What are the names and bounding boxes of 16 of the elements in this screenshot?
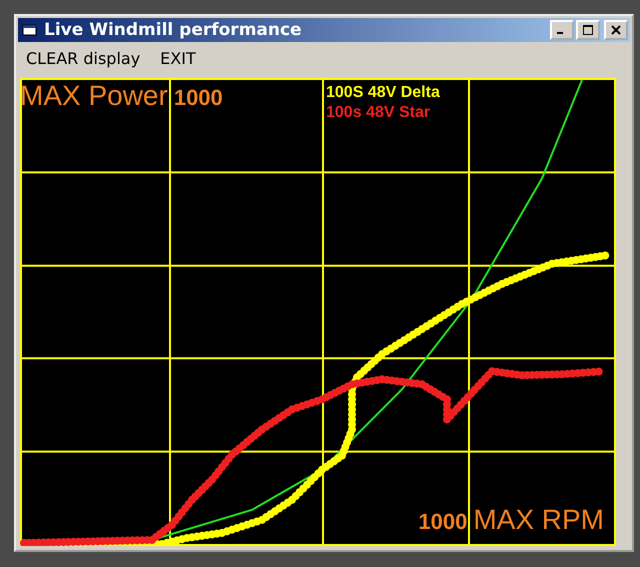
window-icon bbox=[22, 23, 38, 37]
axis-label: MAX Power bbox=[20, 80, 168, 112]
maximize-button[interactable] bbox=[576, 20, 600, 40]
minimize-icon bbox=[557, 32, 563, 34]
axis-value: 1000 bbox=[418, 509, 468, 535]
axis-value: 1000 bbox=[174, 85, 223, 111]
close-icon bbox=[611, 25, 621, 35]
legend-label: 100s 48V Star bbox=[326, 104, 432, 122]
maximize-icon bbox=[583, 25, 593, 35]
menu-item[interactable]: EXIT bbox=[160, 48, 196, 68]
menu-item[interactable]: CLEAR display bbox=[26, 48, 140, 68]
minimize-button[interactable] bbox=[550, 20, 574, 40]
legend-label: 100S 48V Delta bbox=[326, 84, 440, 102]
axis-label: MAX RPM bbox=[473, 504, 604, 536]
close-button[interactable] bbox=[604, 20, 628, 40]
window-title: Live Windmill performance bbox=[44, 20, 303, 40]
